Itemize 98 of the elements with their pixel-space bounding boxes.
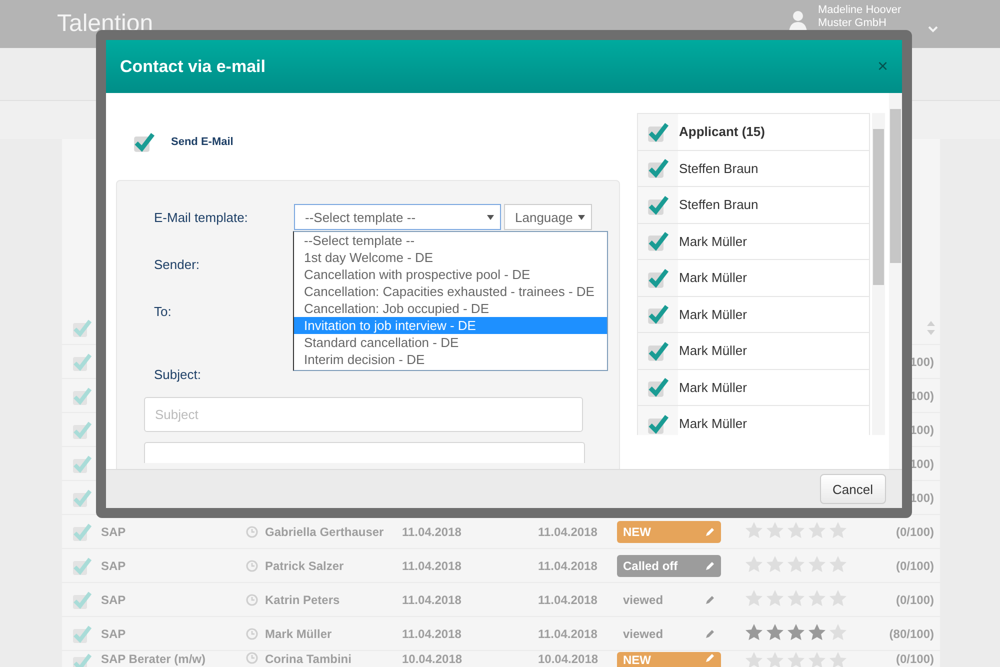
recipient-item[interactable]: Mark Müller bbox=[638, 296, 869, 333]
checkbox[interactable] bbox=[72, 420, 92, 440]
checkbox[interactable] bbox=[72, 318, 92, 338]
clock-icon bbox=[246, 560, 258, 572]
sort-icon[interactable] bbox=[926, 320, 936, 336]
star-icon[interactable] bbox=[808, 624, 826, 640]
template-select[interactable]: --Select template -- bbox=[294, 204, 501, 230]
clock-icon bbox=[246, 594, 258, 606]
job-title: SAP bbox=[101, 592, 126, 606]
to-label: To: bbox=[154, 304, 172, 318]
template-option[interactable]: 1st day Welcome - DE bbox=[294, 249, 607, 266]
date: 11.04.2018 bbox=[538, 524, 598, 538]
checkbox[interactable] bbox=[647, 376, 669, 398]
applicant-name: Corina Tambini bbox=[265, 652, 352, 666]
clock-icon bbox=[246, 628, 258, 640]
template-option[interactable]: Invitation to job interview - DE bbox=[294, 317, 607, 334]
score: (80/100) bbox=[889, 626, 934, 640]
star-icon[interactable] bbox=[745, 624, 763, 640]
sender-label: Sender: bbox=[154, 256, 201, 272]
input-field[interactable] bbox=[144, 442, 585, 463]
date: 11.04.2018 bbox=[402, 524, 462, 538]
subject-label: Subject: bbox=[154, 366, 202, 382]
checkbox[interactable] bbox=[133, 131, 155, 153]
checkbox[interactable] bbox=[72, 454, 92, 474]
recipient-item[interactable]: Mark Müller bbox=[638, 406, 869, 435]
template-option[interactable]: Cancellation with prospective pool - DE bbox=[294, 266, 607, 283]
template-option[interactable]: Cancellation: Job occupied - DE bbox=[294, 300, 607, 317]
checkbox[interactable] bbox=[72, 590, 92, 610]
caret-icon bbox=[487, 214, 494, 220]
template-option[interactable]: --Select template -- bbox=[294, 232, 607, 249]
template-option[interactable]: Interim decision - DE bbox=[294, 351, 607, 368]
applicant-name: Mark Müller bbox=[265, 626, 332, 640]
checkbox[interactable] bbox=[72, 522, 92, 542]
recipient-item[interactable]: Mark Müller bbox=[638, 224, 869, 260]
checkbox[interactable] bbox=[647, 266, 669, 289]
score: (0/100) bbox=[896, 592, 934, 606]
company-name: Muster GmbH bbox=[818, 16, 888, 29]
template-label: E-Mail template: bbox=[154, 210, 249, 224]
star-icon[interactable] bbox=[787, 624, 805, 640]
score: 100) bbox=[910, 422, 934, 436]
applicant-name: Patrick Salzer bbox=[265, 558, 344, 572]
cancel-button[interactable]: Cancel bbox=[820, 474, 886, 504]
checkbox[interactable] bbox=[72, 624, 92, 644]
date: 11.04.2018 bbox=[538, 626, 598, 640]
score: 100) bbox=[910, 456, 934, 470]
checkbox[interactable] bbox=[72, 556, 92, 576]
date: 11.04.2018 bbox=[538, 592, 598, 606]
clock-icon bbox=[246, 652, 258, 664]
caret-icon bbox=[578, 214, 585, 220]
dialog-title: Contact via e-mail bbox=[120, 56, 266, 76]
score: (0/100) bbox=[896, 524, 934, 538]
checkbox[interactable] bbox=[647, 230, 669, 252]
job-title: SAP Berater (m/w) bbox=[101, 652, 206, 666]
score: (0/100) bbox=[896, 652, 934, 666]
template-option[interactable]: Standard cancellation - DE bbox=[294, 334, 607, 351]
recipient-item[interactable]: Steffen Braun bbox=[638, 150, 869, 187]
recipient-item[interactable]: Applicant (15) bbox=[638, 114, 869, 150]
score: 100) bbox=[910, 388, 934, 402]
checkbox[interactable] bbox=[647, 157, 669, 180]
date: 11.04.2018 bbox=[402, 558, 462, 572]
job-title: SAP bbox=[101, 626, 126, 640]
scrollbar[interactable] bbox=[889, 93, 902, 469]
template-option[interactable]: Cancellation: Capacities exhausted - trainees - DE bbox=[294, 283, 607, 300]
date: 11.04.2018 bbox=[538, 558, 598, 572]
applicant-name: Katrin Peters bbox=[265, 592, 340, 606]
date: 10.04.2018 bbox=[538, 652, 598, 666]
recipient-item[interactable]: Steffen Braun bbox=[638, 187, 869, 224]
logo: Talention bbox=[57, 10, 154, 38]
checkbox[interactable] bbox=[647, 303, 669, 326]
job-title: SAP bbox=[101, 524, 126, 538]
star-icon[interactable] bbox=[766, 624, 784, 640]
checkbox[interactable] bbox=[647, 120, 669, 143]
checkbox[interactable] bbox=[72, 386, 92, 406]
date: 11.04.2018 bbox=[402, 592, 462, 606]
star-rating[interactable] bbox=[745, 624, 847, 640]
recipient-item[interactable]: Mark Müller bbox=[638, 370, 869, 406]
checkbox[interactable] bbox=[647, 194, 669, 216]
scrollbar[interactable] bbox=[872, 113, 885, 435]
checkbox[interactable] bbox=[72, 652, 92, 667]
clock-icon bbox=[246, 526, 258, 538]
checkbox[interactable] bbox=[647, 340, 669, 362]
user-name: Madeline Hoover bbox=[818, 4, 902, 16]
checkbox[interactable] bbox=[72, 352, 92, 372]
job-title: SAP bbox=[101, 558, 126, 572]
language-select[interactable]: Language bbox=[504, 204, 592, 230]
date: 10.04.2018 bbox=[402, 652, 462, 666]
recipient-item[interactable]: Mark Müller bbox=[638, 333, 869, 370]
chevron-icon[interactable] bbox=[928, 26, 938, 33]
send-email-label: Send E-Mail bbox=[171, 136, 234, 148]
date: 11.04.2018 bbox=[402, 626, 462, 640]
score: 100) bbox=[910, 354, 934, 368]
recipient-item[interactable]: Mark Müller bbox=[638, 260, 869, 296]
checkbox[interactable] bbox=[72, 488, 92, 508]
checkbox[interactable] bbox=[647, 412, 669, 435]
subject-field[interactable]: Subject bbox=[144, 397, 583, 432]
applicant-name: Gabriella Gerthauser bbox=[265, 524, 384, 538]
score: 100) bbox=[910, 490, 934, 504]
score: (0/100) bbox=[896, 558, 934, 572]
